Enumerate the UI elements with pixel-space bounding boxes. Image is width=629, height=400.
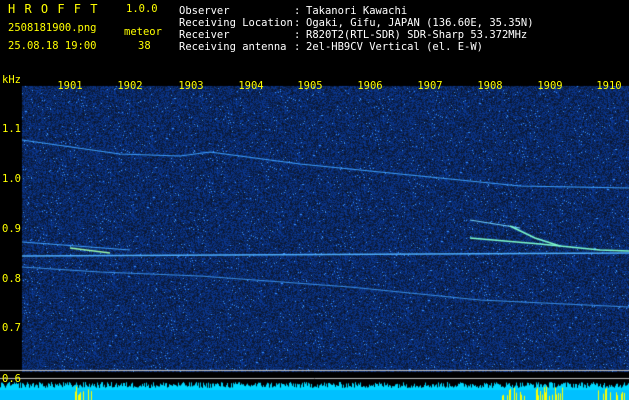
- x-tick-label: 1903: [178, 80, 204, 92]
- file-datetime: 25.08.18 19:00: [8, 40, 97, 52]
- x-tick-label: 1902: [117, 80, 143, 92]
- info-key-antenna: Receiving antenna: [179, 41, 287, 53]
- meteor-label: meteor: [124, 26, 162, 38]
- meteor-count: 38: [138, 40, 151, 52]
- x-tick-label: 1908: [477, 80, 503, 92]
- info-value-antenna: 2el-HB9CV Vertical (el. E-W): [306, 41, 484, 53]
- app-version: 1.0.0: [126, 3, 158, 15]
- info-value-observer: Takanori Kawachi: [306, 5, 408, 17]
- unit-label: kHz: [2, 74, 21, 86]
- y-tick-label: 1.0: [2, 173, 21, 185]
- x-tick-label: 1909: [537, 80, 563, 92]
- y-tick-label: 0.7: [2, 322, 21, 334]
- x-tick-label: 1904: [238, 80, 264, 92]
- info-sep: :: [294, 5, 301, 17]
- info-value-location: Ogaki, Gifu, JAPAN (136.60E, 35.35N): [306, 17, 534, 29]
- info-key-location: Receiving Location: [179, 17, 293, 29]
- info-sep: :: [294, 29, 301, 41]
- y-tick-label: 0.6: [2, 373, 21, 385]
- x-tick-label: 1910: [596, 80, 622, 92]
- y-tick-label: 1.1: [2, 123, 21, 135]
- info-value-receiver: R820T2(RTL-SDR) SDR-Sharp 53.372MHz: [306, 29, 528, 41]
- y-tick-label: 0.8: [2, 273, 21, 285]
- spectrogram-canvas: [0, 72, 629, 400]
- x-tick-label: 1901: [57, 80, 83, 92]
- x-tick-label: 1905: [297, 80, 323, 92]
- file-name: 2508181900.png: [8, 22, 97, 34]
- header: H R O F F T 1.0.0 2508181900.png meteor …: [0, 0, 629, 72]
- info-key-receiver: Receiver: [179, 29, 230, 41]
- info-key-observer: Observer: [179, 5, 230, 17]
- y-tick-label: 0.9: [2, 223, 21, 235]
- x-tick-label: 1906: [357, 80, 383, 92]
- info-sep: :: [294, 41, 301, 53]
- x-tick-label: 1907: [417, 80, 443, 92]
- info-sep: :: [294, 17, 301, 29]
- app-name: H R O F F T: [8, 2, 99, 16]
